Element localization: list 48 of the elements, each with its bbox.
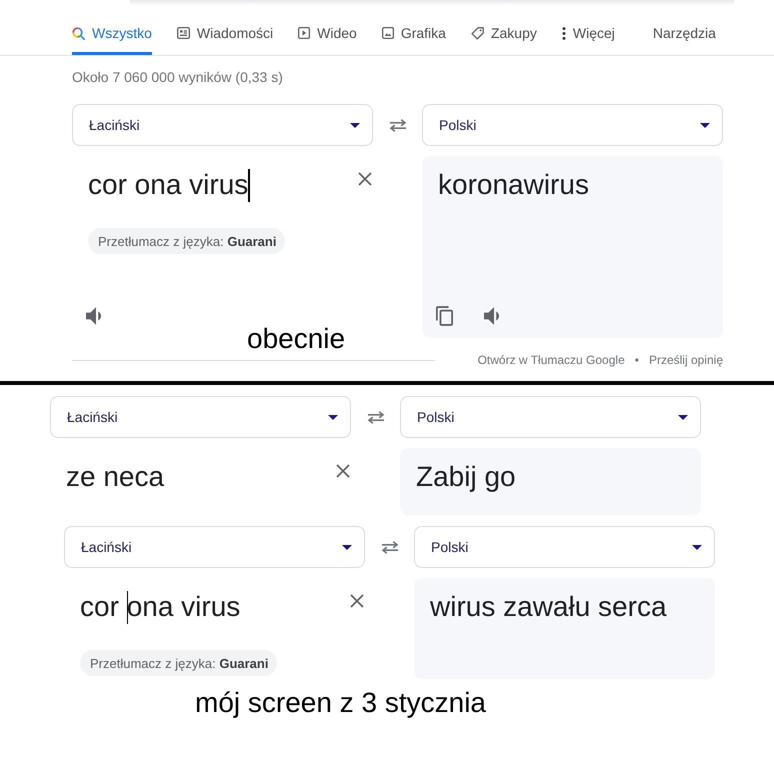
dropdown-arrow-icon [700,122,710,128]
translation-text: koronawirus [438,168,589,202]
footer-link[interactable]: Otwórz w Tłumaczu Google [478,353,625,367]
more-dots-icon [562,26,566,40]
close-icon[interactable] [358,172,372,186]
detected-language-chip[interactable]: Przetłumacz z języka: Guarani [88,228,286,254]
search-tab[interactable]: Grafika [382,8,446,55]
translation-text: wirus zawału serca [430,590,667,624]
tools-button[interactable]: Narzędzia [652,8,716,55]
search-tab[interactable]: Wiadomości [176,8,274,55]
source-language-select[interactable]: Łaciński [50,396,351,438]
swap-arrows-icon[interactable] [366,410,384,424]
search-tab[interactable]: Zakupy [470,8,537,55]
source-language-select[interactable]: Łaciński [64,526,365,568]
search-tab[interactable]: Wideo [298,8,357,55]
speaker-icon[interactable] [86,307,101,325]
target-language-select[interactable]: Polski [422,104,723,146]
target-language-select[interactable]: Polski [414,526,715,568]
play-icon [298,27,310,39]
dropdown-arrow-icon [350,122,360,128]
footer-link[interactable]: Prześlij opinię [648,353,723,367]
source-text-field[interactable]: cor ona virus [80,590,240,624]
dropdown-arrow-icon [328,414,338,420]
source-language-select[interactable]: Łaciński [72,104,373,146]
result-stats: Około 7 060 000 wyników (0,33 s) [72,68,283,87]
newspaper-icon [176,27,190,39]
caption-text: mój screen z 3 stycznia [195,688,486,718]
tag-icon [470,26,484,40]
caption-text: obecnie [247,324,346,354]
close-icon[interactable] [336,464,350,478]
source-text-field[interactable]: cor ona virus [88,168,248,202]
search-tab[interactable]: Wszystko [72,8,152,55]
close-icon[interactable] [350,594,364,608]
swap-arrows-icon[interactable] [380,540,398,554]
dropdown-arrow-icon [678,414,688,420]
dropdown-arrow-icon [342,544,352,550]
translation-text: Zabij go [416,460,516,494]
search-icon [72,26,85,40]
dropdown-arrow-icon [692,544,702,550]
target-language-select[interactable]: Polski [400,396,701,438]
bullet-separator: • [634,353,639,367]
detected-language-chip[interactable]: Przetłumacz z języka: Guarani [80,650,278,676]
copy-icon[interactable] [436,306,453,326]
image-icon [382,27,394,39]
source-text-field[interactable]: ze neca [66,460,164,494]
speaker-icon[interactable] [484,307,499,325]
swap-arrows-icon[interactable] [388,118,406,132]
search-tab[interactable]: Więcej [562,8,615,55]
